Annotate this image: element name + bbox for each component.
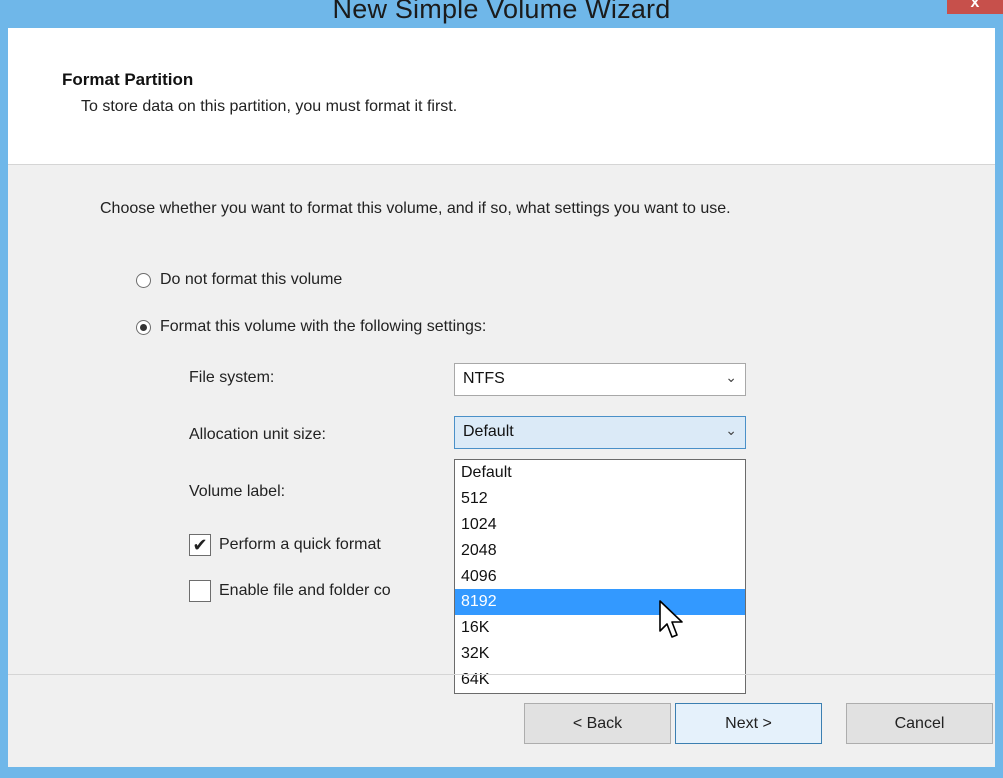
radio-format-label: Format this volume with the following se…: [160, 318, 487, 335]
compression-checkbox-row[interactable]: Enable file and folder co: [189, 580, 391, 602]
wizard-page: Format Partition To store data on this p…: [8, 28, 995, 767]
quick-format-checkbox-row[interactable]: ✔ Perform a quick format: [189, 534, 381, 556]
radio-button-selected-icon[interactable]: [136, 319, 151, 335]
window-frame: New Simple Volume Wizard x Format Partit…: [0, 0, 1003, 778]
title-bar[interactable]: New Simple Volume Wizard x: [0, 0, 1003, 28]
radio-format[interactable]: Format this volume with the following se…: [136, 318, 486, 336]
mouse-pointer-icon: [659, 600, 683, 638]
file-system-value: NTFS: [463, 370, 505, 387]
back-button[interactable]: < Back: [524, 703, 671, 744]
page-title: Format Partition: [62, 70, 194, 89]
page-subtitle: To store data on this partition, you mus…: [81, 98, 458, 115]
checkbox-checked-icon[interactable]: ✔: [189, 534, 211, 556]
dropdown-option[interactable]: Default: [455, 460, 745, 486]
next-button[interactable]: Next >: [675, 703, 822, 744]
allocation-unit-dropdown-list[interactable]: Default 512 1024 2048 4096 8192 16K 32K …: [454, 459, 746, 694]
dropdown-option[interactable]: 2048: [455, 538, 745, 564]
quick-format-label: Perform a quick format: [219, 536, 381, 553]
dropdown-option[interactable]: 64K: [455, 667, 745, 693]
dropdown-option[interactable]: 32K: [455, 641, 745, 667]
compression-label: Enable file and folder co: [219, 582, 391, 599]
allocation-unit-value: Default: [463, 423, 514, 440]
file-system-label: File system:: [189, 369, 275, 386]
cancel-button[interactable]: Cancel: [846, 703, 993, 744]
chevron-down-icon[interactable]: ⌄: [725, 422, 737, 439]
radio-no-format[interactable]: Do not format this volume: [136, 271, 342, 289]
radio-button-icon[interactable]: [136, 272, 151, 288]
checkbox-icon[interactable]: [189, 580, 211, 602]
chevron-down-icon[interactable]: ⌄: [725, 369, 737, 386]
dropdown-option[interactable]: 16K: [455, 615, 745, 641]
volume-label-label: Volume label:: [189, 483, 286, 500]
window-title: New Simple Volume Wizard: [332, 0, 671, 24]
dropdown-option[interactable]: 4096: [455, 564, 745, 590]
allocation-unit-label: Allocation unit size:: [189, 426, 326, 443]
dropdown-option-highlighted[interactable]: 8192: [455, 589, 745, 616]
close-icon: x: [970, 0, 980, 11]
header-panel: Format Partition To store data on this p…: [8, 28, 995, 165]
close-button[interactable]: x: [947, 0, 1003, 14]
radio-no-format-label: Do not format this volume: [160, 271, 343, 288]
dropdown-option[interactable]: 1024: [455, 512, 745, 538]
instructions-text: Choose whether you want to format this v…: [100, 200, 731, 217]
file-system-select[interactable]: NTFS ⌄: [454, 363, 746, 396]
footer-separator: [8, 674, 995, 675]
allocation-unit-select[interactable]: Default ⌄: [454, 416, 746, 449]
dropdown-option[interactable]: 512: [455, 486, 745, 512]
